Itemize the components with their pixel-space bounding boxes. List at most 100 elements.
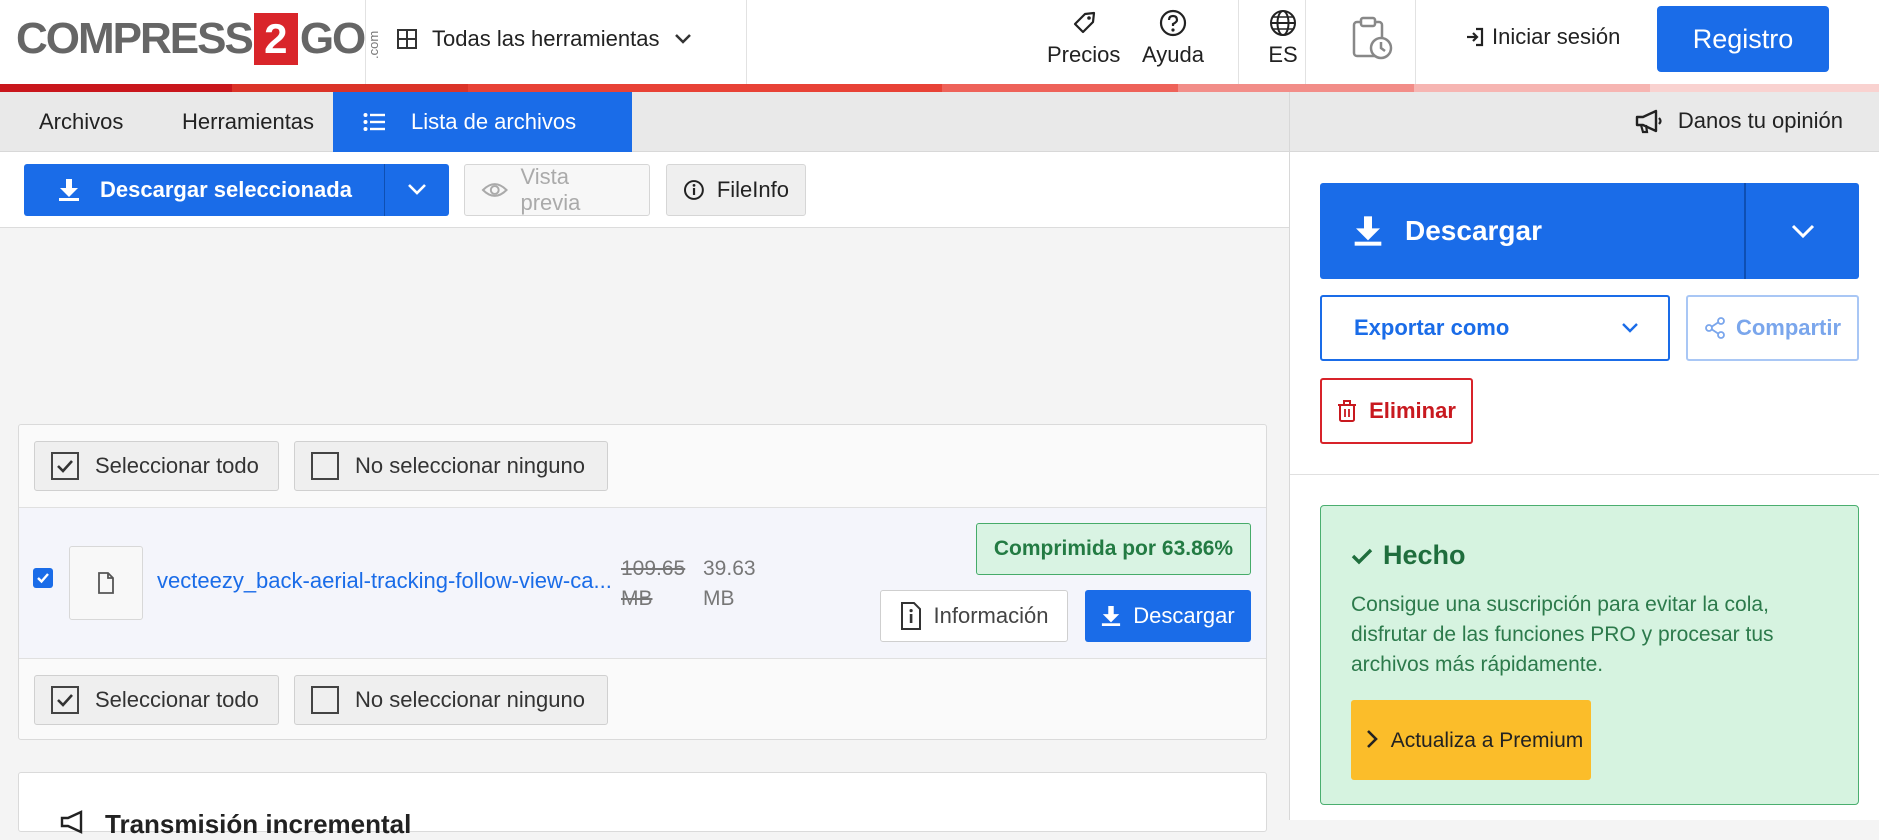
file-download-label: Descargar [1133, 603, 1235, 628]
logo-text-right: GO [299, 14, 366, 63]
selection-row-top: Seleccionar todo No seleccionar ninguno [19, 425, 1266, 507]
file-checkbox[interactable] [33, 568, 53, 588]
compressed-size-value: 39.63 [703, 557, 756, 580]
select-all-label: Seleccionar todo [95, 687, 259, 712]
megaphone-icon [60, 810, 83, 834]
upgrade-premium-label: Actualiza a Premium [1390, 728, 1584, 752]
file-icon [98, 572, 114, 594]
language-label: ES [1268, 42, 1298, 67]
list-icon [363, 113, 385, 131]
select-none-button[interactable]: No seleccionar ninguno [294, 675, 608, 725]
header-divider [1415, 0, 1416, 84]
file-list-panel: Seleccionar todo No seleccionar ninguno … [18, 424, 1267, 740]
done-title-label: Hecho [1383, 540, 1466, 570]
export-as-dropdown[interactable]: Exportar como [1320, 295, 1670, 361]
stripe-segment [942, 84, 1178, 92]
pricing-label: Precios [1047, 42, 1121, 67]
checkmark-icon [1351, 548, 1373, 564]
download-selected-button[interactable]: Descargar seleccionada [24, 164, 449, 216]
check-icon [37, 573, 49, 584]
incremental-streaming-panel: Transmisión incremental [18, 772, 1267, 839]
done-status-box: Hecho Consigue una suscripción para evit… [1320, 505, 1859, 805]
logo-text-mid: 2 [253, 13, 298, 65]
compressed-size: 39.63 MB [703, 554, 773, 614]
tab-tools[interactable]: Herramientas [182, 92, 314, 152]
logo-text-suffix: .com [366, 30, 382, 59]
compression-status-badge: Comprimida por 63.86% [976, 523, 1251, 575]
select-none-label: No seleccionar ninguno [355, 453, 585, 478]
preview-button[interactable]: Vista previa [464, 164, 650, 216]
select-none-label: No seleccionar ninguno [355, 687, 585, 712]
split-divider [384, 164, 385, 216]
unchecked-box-icon [311, 452, 339, 480]
file-row: vecteezy_back-aerial-tracking-follow-vie… [19, 507, 1266, 659]
logo-text-left: COMPRESS [16, 14, 254, 63]
pricing-link[interactable]: Precios [1047, 8, 1120, 68]
file-info-icon [900, 602, 921, 630]
stripe-segment [1650, 84, 1879, 92]
login-link[interactable]: Iniciar sesión [1464, 24, 1620, 50]
select-all-button[interactable]: Seleccionar todo [34, 441, 279, 491]
file-toolbar: Descargar seleccionada Vista previa File… [0, 152, 1289, 228]
trash-icon [1338, 400, 1357, 422]
split-divider [1744, 183, 1746, 279]
tab-file-list[interactable]: Lista de archivos [333, 92, 632, 152]
tab-file-list-label: Lista de archivos [411, 109, 577, 134]
stripe-segment [468, 84, 942, 92]
chevron-down-icon[interactable] [1790, 223, 1816, 241]
chevron-right-icon [1367, 730, 1378, 748]
file-info-label: Información [933, 603, 1049, 628]
download-all-label: Descargar [1405, 215, 1542, 246]
globe-icon [1270, 10, 1296, 36]
history-button[interactable] [1350, 14, 1394, 66]
file-name-link[interactable]: vecteezy_back-aerial-tracking-follow-vie… [157, 568, 625, 594]
share-icon [1705, 317, 1725, 339]
login-label: Iniciar sesión [1492, 24, 1621, 49]
selection-row-bottom: Seleccionar todo No seleccionar ninguno [19, 659, 1266, 741]
download-icon [1354, 216, 1382, 246]
tab-files[interactable]: Archivos [39, 92, 123, 152]
language-selector[interactable]: ES [1268, 8, 1298, 68]
delete-button[interactable]: Eliminar [1320, 378, 1473, 444]
tab-tools-label: Herramientas [182, 109, 315, 134]
compress2go-logo[interactable]: COMPRESS 2 GO .com [16, 12, 381, 66]
sign-in-icon [1467, 27, 1484, 47]
select-none-button[interactable]: No seleccionar ninguno [294, 441, 608, 491]
register-button[interactable]: Registro [1657, 6, 1829, 72]
original-size: 109.65 MB [621, 554, 695, 614]
incremental-streaming-title: Transmisión incremental [105, 809, 412, 839]
help-link[interactable]: Ayuda [1142, 8, 1204, 68]
fileinfo-label: FileInfo [716, 177, 789, 202]
stripe-segment [1178, 84, 1414, 92]
chevron-down-icon[interactable] [406, 182, 428, 198]
fileinfo-button[interactable]: FileInfo [666, 164, 806, 216]
file-info-button[interactable]: Información [880, 590, 1068, 642]
feedback-bar: Danos tu opinión [1289, 92, 1879, 152]
chevron-down-icon [1622, 323, 1638, 333]
upgrade-premium-button[interactable]: Actualiza a Premium [1351, 700, 1591, 780]
file-thumbnail [69, 546, 143, 620]
file-download-button[interactable]: Descargar [1085, 590, 1251, 642]
feedback-button[interactable]: Danos tu opinión [1634, 108, 1843, 134]
original-size-unit: MB [621, 587, 653, 610]
help-label: Ayuda [1142, 42, 1204, 67]
select-all-button[interactable]: Seleccionar todo [34, 675, 279, 725]
share-button[interactable]: Compartir [1686, 295, 1859, 361]
unchecked-box-icon [311, 686, 339, 714]
info-circle-icon [683, 180, 704, 200]
export-as-label: Exportar como [1354, 315, 1510, 340]
chevron-down-icon [675, 34, 692, 44]
header-divider [365, 0, 366, 84]
download-icon [1102, 606, 1121, 626]
tab-bar: Archivos Herramientas Lista de archivos [0, 92, 1289, 152]
header-divider [1305, 0, 1306, 84]
clipboard-clock-icon [1352, 16, 1393, 60]
help-icon [1159, 9, 1187, 37]
checked-box-icon [51, 452, 79, 480]
checked-box-icon [51, 686, 79, 714]
download-all-button[interactable]: Descargar [1320, 183, 1859, 279]
done-message: Consigue una suscripción para evitar la … [1351, 593, 1774, 676]
delete-label: Eliminar [1369, 398, 1456, 423]
all-tools-menu[interactable]: Todas las herramientas [396, 18, 693, 60]
progress-stripe [0, 84, 1879, 92]
